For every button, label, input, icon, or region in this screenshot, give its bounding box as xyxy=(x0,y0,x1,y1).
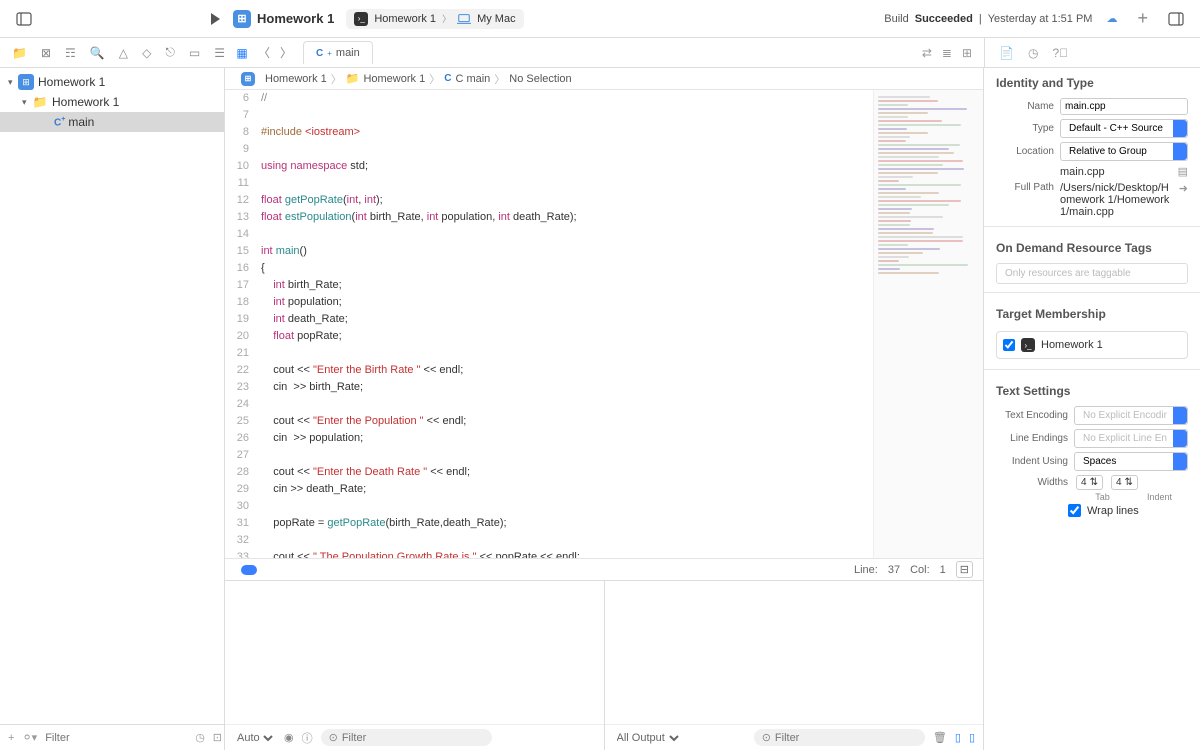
show-variables-icon[interactable]: ▯ xyxy=(955,731,961,744)
add-file-icon[interactable]: + xyxy=(8,732,14,744)
debug-area: Auto ◉ ⓘ ⊙ All Output ⊙ 🗑 ▯ ▯ xyxy=(225,580,983,750)
issue-nav-icon[interactable]: △ xyxy=(119,45,128,60)
toolbar: ⊞ Homework 1 ›_ Homework 1 〉 My Mac Buil… xyxy=(0,0,1200,38)
target-name: Homework 1 xyxy=(1041,339,1103,351)
add-editor-icon[interactable]: ⊞ xyxy=(962,46,972,60)
scheme-selector[interactable]: ›_ Homework 1 〉 My Mac xyxy=(346,9,523,29)
indent-width-stepper[interactable]: 4⇅ xyxy=(1111,475,1138,490)
trash-icon[interactable]: 🗑 xyxy=(933,731,947,744)
panel-right-icon[interactable] xyxy=(1166,9,1186,29)
search-icon[interactable]: 🔍 xyxy=(90,45,105,60)
run-button[interactable] xyxy=(205,9,225,29)
back-icon[interactable]: 〈 xyxy=(257,46,271,60)
jump-bar[interactable]: ⊞ Homework 1〉 📁Homework 1〉 CC main〉 No S… xyxy=(225,68,983,90)
editor-area: ⊞ Homework 1〉 📁Homework 1〉 CC main〉 No S… xyxy=(225,68,984,750)
chevron-right-icon: 〉 xyxy=(442,12,451,25)
swap-icon[interactable]: ⇄ xyxy=(922,46,932,60)
recent-icon[interactable]: ◷ xyxy=(195,731,205,744)
navigator: ▾⊞Homework 1▾📁Homework 1C+main + ⚪︎▾ ◷ ⊡ xyxy=(0,68,225,750)
target-section-title: Target Membership xyxy=(984,299,1200,327)
items-icon[interactable]: ≣ xyxy=(942,46,952,60)
view-icon[interactable]: ◉ xyxy=(284,731,294,744)
output-scope-select[interactable]: All Output xyxy=(613,731,682,745)
reveal-icon[interactable]: ➜ xyxy=(1179,182,1188,195)
wrap-lines-label: Wrap lines xyxy=(1087,505,1139,517)
variables-scope-select[interactable]: Auto xyxy=(233,731,276,745)
mac-icon xyxy=(457,12,471,26)
scm-filter-icon[interactable]: ⊡ xyxy=(213,731,222,744)
filter-scope-icon[interactable]: ⚪︎▾ xyxy=(22,731,37,744)
related-items-icon[interactable]: ▦ xyxy=(235,46,249,60)
terminal-icon: ›_ xyxy=(354,12,368,26)
target-checkbox[interactable] xyxy=(1003,339,1015,351)
locate-icon[interactable]: ▤ xyxy=(1178,165,1188,178)
file-display: main.cpp xyxy=(1060,166,1172,178)
add-button[interactable]: + xyxy=(1137,8,1148,29)
source-control-icon[interactable]: ⊠ xyxy=(41,45,51,60)
location-select[interactable]: Relative to Group xyxy=(1060,142,1188,161)
wrap-lines-checkbox[interactable] xyxy=(1068,504,1081,517)
test-nav-icon[interactable]: ◇ xyxy=(142,45,151,60)
inspector: Identity and Type Name Type Default - C+… xyxy=(984,68,1200,750)
history-inspector-icon[interactable]: ◷ xyxy=(1028,46,1038,60)
editor-options-icon[interactable]: ⊟ xyxy=(956,561,973,578)
tree-item[interactable]: ▾📁Homework 1 xyxy=(0,92,224,112)
cloud-icon: ☁︎ xyxy=(1106,12,1117,25)
forward-icon[interactable]: 〉 xyxy=(279,46,293,60)
odr-placeholder: Only resources are taggable xyxy=(996,263,1188,284)
filter-icon: ⊙ xyxy=(329,731,338,744)
show-console-icon[interactable]: ▯ xyxy=(969,731,975,744)
tab-main[interactable]: C+ main xyxy=(303,41,373,64)
code-editor[interactable]: 6789101112131415161718192021222324252627… xyxy=(225,90,873,558)
line-endings-select[interactable]: No Explicit Line Endings xyxy=(1074,429,1188,448)
console-filter-input[interactable] xyxy=(775,732,917,744)
filter-icon: ⊙ xyxy=(762,731,771,744)
symbol-nav-icon[interactable]: ☶ xyxy=(65,45,76,60)
variables-filter-input[interactable] xyxy=(342,732,484,744)
indent-using-select[interactable]: Spaces xyxy=(1074,452,1188,471)
help-inspector-icon[interactable]: ?⃝ xyxy=(1052,46,1068,60)
breakpoint-indicator-icon[interactable] xyxy=(241,565,257,575)
debug-nav-icon[interactable]: ⎋ xyxy=(165,45,175,60)
navigator-filter-bar: + ⚪︎▾ ◷ ⊡ xyxy=(0,724,224,750)
encoding-select[interactable]: No Explicit Encoding xyxy=(1074,406,1188,425)
project-tree[interactable]: ▾⊞Homework 1▾📁Homework 1C+main xyxy=(0,68,224,724)
build-status: Build Succeeded | Yesterday at 1:51 PM ☁… xyxy=(884,12,1117,25)
tab-width-stepper[interactable]: 4⇅ xyxy=(1076,475,1103,490)
editor-status-bar: Line:37 Col:1 ⊟ xyxy=(225,558,983,580)
file-type-select[interactable]: Default - C++ Source xyxy=(1060,119,1188,138)
full-path: /Users/nick/Desktop/Homework 1/Homework … xyxy=(1060,182,1173,218)
report-nav-icon[interactable]: ☰ xyxy=(214,45,225,60)
identity-section-title: Identity and Type xyxy=(984,68,1200,96)
scheme-name: Homework 1 xyxy=(374,13,436,25)
tree-item[interactable]: ▾⊞Homework 1 xyxy=(0,72,224,92)
navigator-filter-input[interactable] xyxy=(45,732,187,744)
breakpoint-nav-icon[interactable]: ▭ xyxy=(189,45,200,60)
cpp-file-icon: C xyxy=(316,48,323,59)
file-name-input[interactable] xyxy=(1060,98,1188,115)
tree-item[interactable]: C+main xyxy=(0,112,224,132)
odr-section-title: On Demand Resource Tags xyxy=(984,233,1200,261)
folder-nav-icon[interactable]: 📁 xyxy=(12,45,27,60)
panel-left-icon[interactable] xyxy=(14,9,34,29)
minimap[interactable] xyxy=(873,90,983,558)
file-inspector-icon[interactable]: 📄 xyxy=(999,46,1014,60)
terminal-icon: ›_ xyxy=(1021,338,1035,352)
destination-name: My Mac xyxy=(477,13,516,25)
project-title: Homework 1 xyxy=(257,11,334,26)
text-section-title: Text Settings xyxy=(984,376,1200,404)
project-icon: ⊞ xyxy=(233,10,251,28)
info-icon[interactable]: ⓘ xyxy=(302,730,313,746)
tab-row: 📁 ⊠ ☶ 🔍 △ ◇ ⎋ ▭ ☰ ▦ 〈 〉 C+ main ⇄ ≣ ⊞ xyxy=(0,38,1200,68)
